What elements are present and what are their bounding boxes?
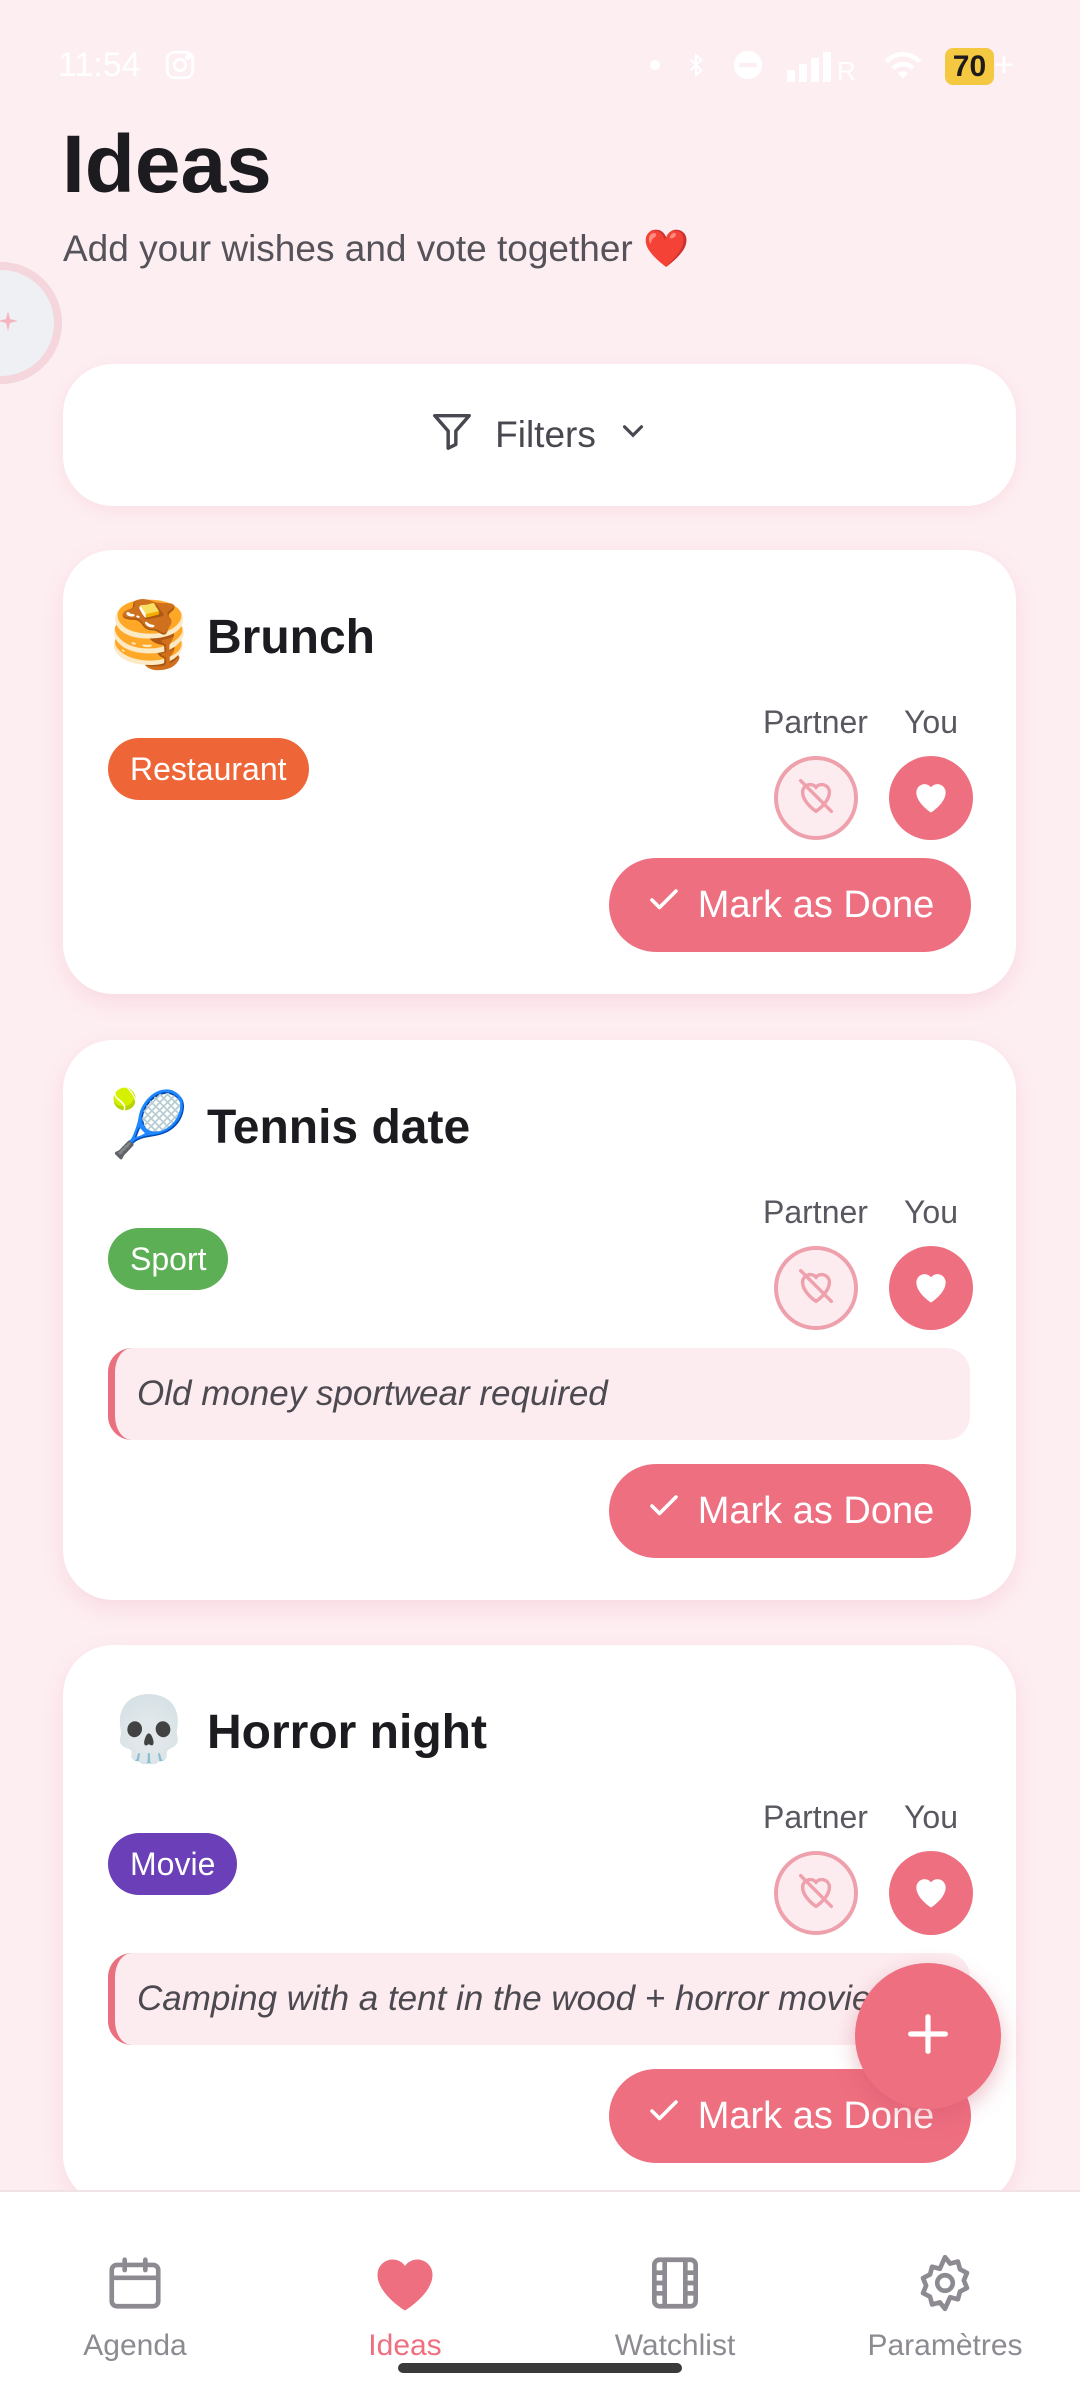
floating-bubble[interactable] <box>0 262 62 384</box>
category-tag: Restaurant <box>108 738 309 800</box>
bluetooth-icon <box>683 48 709 82</box>
status-bar: 11:54 R 70 + <box>0 0 1080 130</box>
nav-item-agenda[interactable]: Agenda <box>0 2192 270 2400</box>
nav-item-parametres[interactable]: Paramètres <box>810 2192 1080 2400</box>
idea-title: Horror night <box>207 1706 487 1759</box>
category-tag: Movie <box>108 1833 238 1895</box>
nav-label: Paramètres <box>867 2329 1023 2362</box>
idea-note: Old money sportwear required <box>108 1348 970 1440</box>
sparkle-icon <box>0 309 20 338</box>
instagram-icon <box>163 48 197 82</box>
add-idea-button[interactable] <box>855 1963 1001 2109</box>
your-vote-button[interactable] <box>889 756 973 840</box>
check-icon <box>646 1488 682 1534</box>
gear-icon <box>914 2252 976 2319</box>
idea-emoji: 🎾 <box>109 1088 189 1160</box>
you-vote-label: You <box>904 1194 958 1230</box>
your-vote-button[interactable] <box>889 1246 973 1330</box>
wifi-icon <box>883 48 923 82</box>
signal-icon: R <box>786 48 861 82</box>
idea-title: Brunch <box>207 611 375 664</box>
battery-level: 70 <box>944 47 995 85</box>
mark-as-done-label: Mark as Done <box>697 1489 935 1532</box>
battery-suffix: + <box>994 45 1014 84</box>
filters-label: Filters <box>495 414 596 455</box>
plus-icon <box>902 2008 954 2065</box>
partner-vote-label: Partner <box>763 1194 868 1230</box>
nav-label: Ideas <box>368 2329 442 2362</box>
partner-vote-label: Partner <box>763 1799 868 1835</box>
idea-note: Camping with a tent in the wood + horror… <box>108 1953 970 2045</box>
page-subtitle: Add your wishes and vote together ❤️ <box>63 228 690 269</box>
idea-card-tennis-date[interactable]: 🎾 Tennis date Partner You Sport Old mone… <box>63 1040 1016 1600</box>
idea-card-brunch[interactable]: 🥞 Brunch Partner You Restaurant Mark as … <box>63 550 1016 994</box>
check-icon <box>646 882 682 928</box>
idea-emoji: 💀 <box>109 1693 189 1765</box>
nav-label: Watchlist <box>614 2329 736 2362</box>
calendar-icon <box>104 2252 166 2319</box>
idea-emoji: 🥞 <box>109 598 189 670</box>
mark-as-done-button[interactable]: Mark as Done <box>609 858 971 952</box>
you-vote-label: You <box>904 704 958 740</box>
heart-off-icon <box>793 773 839 824</box>
partner-vote-button[interactable] <box>774 1246 858 1330</box>
heart-icon <box>909 774 953 823</box>
do-not-disturb-icon <box>731 48 765 82</box>
partner-vote-button[interactable] <box>774 756 858 840</box>
you-vote-label: You <box>904 1799 958 1835</box>
filter-icon <box>429 408 475 463</box>
svg-text:R: R <box>837 56 856 82</box>
partner-vote-button[interactable] <box>774 1851 858 1935</box>
mark-as-done-button[interactable]: Mark as Done <box>609 1464 971 1558</box>
home-indicator[interactable] <box>398 2363 682 2373</box>
heart-off-icon <box>793 1868 839 1919</box>
partner-vote-label: Partner <box>763 704 868 740</box>
filters-button[interactable]: Filters <box>63 364 1016 506</box>
ideas-screen: 11:54 R 70 + Ideas Add your wishes and v… <box>0 0 1080 2400</box>
dot-icon <box>649 59 661 71</box>
heart-icon <box>372 2252 438 2319</box>
film-icon <box>644 2252 706 2319</box>
mark-as-done-label: Mark as Done <box>697 883 935 926</box>
heart-icon <box>909 1869 953 1918</box>
category-tag: Sport <box>108 1228 229 1290</box>
idea-card-horror-night[interactable]: 💀 Horror night Partner You Movie Camping… <box>63 1645 1016 2205</box>
page-title: Ideas <box>62 119 272 210</box>
heart-off-icon <box>793 1263 839 1314</box>
status-time: 11:54 <box>58 45 141 84</box>
your-vote-button[interactable] <box>889 1851 973 1935</box>
chevron-down-icon <box>616 414 650 457</box>
nav-label: Agenda <box>83 2329 187 2362</box>
heart-icon <box>909 1264 953 1313</box>
check-icon <box>646 2093 682 2139</box>
idea-title: Tennis date <box>207 1101 471 1154</box>
